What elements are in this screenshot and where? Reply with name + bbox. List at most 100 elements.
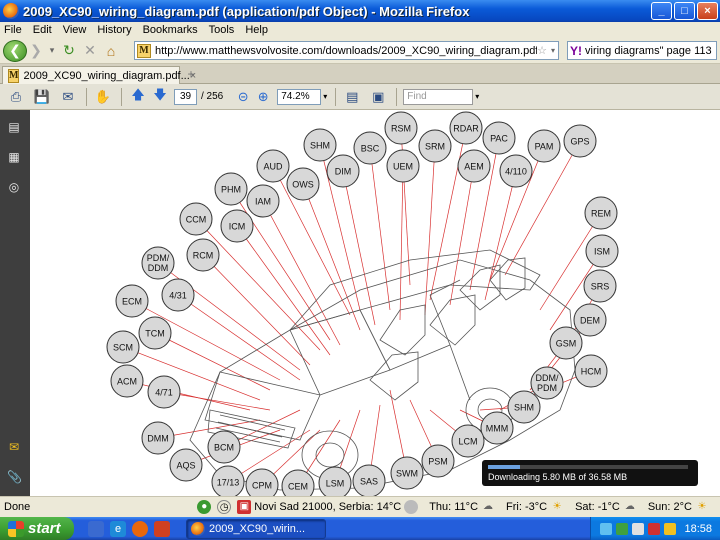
weather-fri[interactable]: Fri: -3°C ☀	[506, 500, 567, 514]
navigation-toolbar: ❮ ❯ ▾ ↻ ✕ ⌂ M http://www.matthewsvolvosi…	[0, 38, 720, 64]
tab-pdf[interactable]: M 2009_XC90_wiring_diagram.pdf... ×	[2, 66, 196, 84]
save-icon[interactable]: 💾	[32, 88, 52, 106]
media-player-icon[interactable]	[154, 520, 170, 537]
url-text[interactable]: http://www.matthewsvolvosite.com/downloa…	[155, 45, 537, 57]
search-input[interactable]: viring diagrams" page 113	[585, 45, 712, 57]
cloud-icon	[404, 500, 419, 514]
taskbar-firefox-window[interactable]: 2009_XC90_wirin...	[186, 518, 326, 539]
pages-panel-icon[interactable]: ▤	[7, 120, 21, 136]
module-uem: UEM	[386, 149, 420, 183]
module-4-31: 4/31	[161, 278, 195, 312]
zoom-out-icon[interactable]: ⊝	[233, 88, 253, 106]
connector-line	[177, 294, 301, 381]
security-icon[interactable]	[648, 522, 661, 535]
download-panel[interactable]: Downloading 5.80 MB of 36.58 MB	[482, 460, 698, 486]
module-bcm: BCM	[207, 430, 241, 464]
find-input[interactable]: Find	[403, 88, 474, 105]
weather-sun[interactable]: Sun: 2°C ☀	[648, 500, 712, 514]
zoom-dropdown-icon[interactable]: ▾	[323, 92, 327, 101]
binoculars-icon[interactable]: ◎	[7, 180, 21, 196]
menu-view[interactable]: View	[63, 24, 87, 36]
weather-thu-label: Thu: 11°C	[429, 501, 479, 513]
start-button[interactable]: start	[0, 517, 74, 540]
home-icon[interactable]: ⌂	[101, 41, 121, 61]
module-tcm: TCM	[138, 316, 172, 350]
menu-tools[interactable]: Tools	[209, 24, 235, 36]
antivirus-icon[interactable]	[616, 522, 629, 535]
ie-icon[interactable]: e	[110, 520, 126, 537]
menu-help[interactable]: Help	[245, 24, 268, 36]
url-dropdown-icon[interactable]: ▾	[551, 46, 555, 55]
module-label: ACM	[117, 377, 137, 387]
bookmarks-panel-icon[interactable]: ▦	[7, 150, 21, 166]
menu-history[interactable]: History	[97, 24, 131, 36]
snow-cloud-icon: ☁	[624, 501, 635, 512]
forward-arrow-icon[interactable]: ❯	[27, 41, 45, 61]
history-dropdown-icon[interactable]: ▾	[45, 41, 59, 61]
minimize-button[interactable]: _	[651, 2, 672, 20]
zoom-in-icon[interactable]: ⊕	[253, 88, 273, 106]
weather-sat[interactable]: Sat: -1°C ☁	[575, 500, 640, 514]
weather-tray-icon[interactable]	[664, 522, 677, 535]
module-label: OWS	[292, 180, 314, 190]
module-label: PDM/	[147, 253, 170, 263]
menu-file[interactable]: File	[4, 24, 22, 36]
separator	[396, 87, 398, 106]
menu-edit[interactable]: Edit	[33, 24, 52, 36]
previous-page-icon[interactable]: 🡅	[128, 87, 148, 106]
sun-cloud-icon: ☀	[552, 501, 562, 512]
clock[interactable]: 18:58	[684, 523, 712, 535]
menu-bookmarks[interactable]: Bookmarks	[143, 24, 198, 36]
comments-icon[interactable]: ✉	[7, 440, 21, 456]
page-number-input[interactable]: 39	[174, 88, 197, 105]
fit-page-icon[interactable]: ▣	[368, 88, 388, 106]
module-label: CEM	[288, 482, 308, 492]
separator	[121, 87, 122, 106]
print-icon[interactable]: ⎙	[6, 88, 26, 106]
firefox-quicklaunch-icon[interactable]	[132, 520, 148, 537]
module-dem: DEM	[573, 303, 607, 337]
connector-line	[342, 170, 376, 326]
green-status-icon: ●	[197, 500, 212, 514]
bookmark-star-icon[interactable]: ☆	[537, 44, 547, 57]
module-label: MMM	[486, 424, 509, 434]
search-box[interactable]: Y! viring diagrams" page 113	[567, 41, 717, 60]
connector-line	[236, 225, 331, 356]
module-label: LSM	[326, 479, 345, 489]
network-icon[interactable]	[600, 522, 613, 535]
weather-thu[interactable]: Thu: 11°C ☁	[429, 500, 498, 514]
url-bar[interactable]: M http://www.matthewsvolvosite.com/downl…	[134, 41, 559, 60]
hand-tool-icon[interactable]: ✋	[93, 88, 113, 106]
download-progress-track	[488, 465, 688, 469]
module-aem: AEM	[457, 149, 491, 183]
back-arrow-icon[interactable]: ❮	[3, 39, 27, 62]
module-shm: SHM	[507, 390, 541, 424]
module-ccm: CCM	[179, 202, 213, 236]
attachments-icon[interactable]: 📎	[7, 470, 22, 486]
stop-icon[interactable]: ✕	[79, 41, 101, 61]
weather-current[interactable]: ● ◷ ▣ Novi Sad 21000, Serbia: 14°C	[194, 500, 421, 514]
pdf-document-view[interactable]: SHM RSM RDAR BSC SRM PAC GPS PAM AUD DIM UEM AEM OWS…	[30, 110, 720, 496]
show-desktop-icon[interactable]	[88, 520, 104, 537]
fit-width-icon[interactable]: ▤	[342, 88, 362, 106]
email-icon[interactable]: ✉	[58, 88, 78, 106]
module-acm: ACM	[110, 364, 144, 398]
module-label: BCM	[214, 443, 234, 453]
maximize-button[interactable]: □	[674, 2, 695, 20]
reload-icon[interactable]: ↻	[59, 41, 79, 61]
module-rcm: RCM	[186, 238, 220, 272]
module-label: RDAR	[453, 124, 479, 134]
module-bsc: BSC	[353, 131, 387, 165]
next-page-icon[interactable]: 🡇	[150, 87, 170, 106]
close-button[interactable]: ×	[697, 2, 718, 20]
pdf-toolbar: ⎙ 💾 ✉ ✋ 🡅 🡇 39 / 256 ⊝ ⊕ 74.2% ▾ ▤ ▣ Fin…	[0, 84, 720, 110]
find-dropdown-icon[interactable]: ▾	[475, 92, 479, 101]
yahoo-search-icon[interactable]: Y!	[570, 44, 582, 58]
module-scm: SCM	[106, 330, 140, 364]
zoom-input[interactable]: 74.2%	[277, 88, 322, 105]
new-tab-icon[interactable]: +	[184, 67, 198, 81]
system-tray: 18:58	[590, 517, 720, 540]
clock-icon: ◷	[217, 500, 232, 514]
module-cem: CEM	[281, 469, 315, 496]
volume-icon[interactable]	[632, 522, 645, 535]
